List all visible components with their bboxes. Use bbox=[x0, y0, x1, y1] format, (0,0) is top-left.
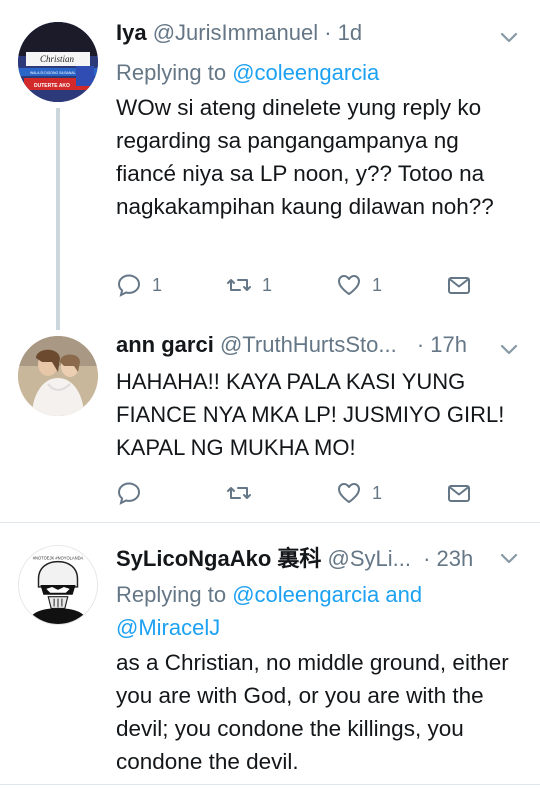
replying-to: Replying to @coleengarcia and @MiracelJ bbox=[116, 578, 521, 644]
direct-message-button[interactable] bbox=[446, 478, 472, 508]
chevron-down-icon[interactable] bbox=[498, 547, 520, 569]
tweet-1[interactable]: Christian WALA SI DIGONG SA BANAL DUTERT… bbox=[0, 0, 540, 330]
tweet-3[interactable]: #NOTOEJK #NOYOLANDA SyLicoNgaAko 裏科 @SyL… bbox=[0, 523, 540, 788]
display-name[interactable]: Iya bbox=[116, 20, 147, 45]
tweet-header: SyLicoNgaAko 裏科 @SyLi... · 23h bbox=[116, 541, 473, 573]
reply-count: 1 bbox=[152, 274, 163, 295]
mention-link-2[interactable]: @MiracelJ bbox=[116, 615, 220, 640]
timestamp[interactable]: · 23h bbox=[423, 546, 473, 571]
like-button[interactable]: 1 bbox=[336, 478, 382, 508]
thread-line bbox=[56, 108, 60, 330]
timestamp[interactable]: · 17h bbox=[417, 332, 467, 357]
action-bar: 1 bbox=[116, 478, 516, 508]
replying-to-label: Replying to bbox=[116, 60, 227, 85]
tweet-2[interactable]: ann garci @TruthHurtsSto... · 17h HAHAHA… bbox=[0, 330, 540, 520]
envelope-icon bbox=[448, 485, 470, 502]
like-button[interactable]: 1 bbox=[336, 270, 382, 300]
avatar-script-text: Christian bbox=[40, 54, 75, 64]
tweet-header: Iya @JurisImmanuel · 1d bbox=[116, 20, 362, 46]
mention-link[interactable]: @coleengarcia and bbox=[232, 582, 422, 607]
envelope-icon bbox=[448, 277, 470, 294]
reply-icon bbox=[117, 482, 141, 505]
retweet-icon bbox=[227, 279, 251, 291]
action-bar: 1 1 1 bbox=[116, 270, 516, 300]
tweet-header: ann garci @TruthHurtsSto... · 17h bbox=[116, 332, 467, 358]
tweet-text: as a Christian, no middle ground, either… bbox=[116, 650, 509, 774]
avatar[interactable] bbox=[18, 336, 98, 416]
retweet-icon bbox=[227, 487, 251, 499]
retweet-count: 1 bbox=[262, 274, 273, 295]
handle[interactable]: @JurisImmanuel bbox=[153, 20, 318, 45]
heart-icon bbox=[338, 275, 360, 295]
retweet-button[interactable]: 1 bbox=[226, 270, 272, 300]
display-name[interactable]: SyLicoNgaAko 裏科 bbox=[116, 546, 321, 571]
replying-to-label: Replying to bbox=[116, 582, 227, 607]
timestamp[interactable]: · 1d bbox=[324, 20, 362, 45]
handle[interactable]: @SyLi... bbox=[328, 546, 411, 571]
like-count: 1 bbox=[372, 482, 383, 503]
display-name[interactable]: ann garci bbox=[116, 332, 214, 357]
tweet-text: HAHAHA!! KAYA PALA KASI YUNG FIANCE NYA … bbox=[116, 369, 505, 460]
reply-button[interactable] bbox=[116, 478, 152, 508]
direct-message-button[interactable] bbox=[446, 270, 472, 300]
bottom-divider bbox=[0, 784, 540, 785]
avatar[interactable]: #NOTOEJK #NOYOLANDA bbox=[18, 545, 98, 625]
retweet-button[interactable] bbox=[226, 478, 262, 508]
replying-to: Replying to @coleengarcia bbox=[116, 56, 379, 89]
mention-link[interactable]: @coleengarcia bbox=[232, 60, 379, 85]
reply-button[interactable]: 1 bbox=[116, 270, 162, 300]
tweet-text: WOw si ateng dinelete yung reply ko rega… bbox=[116, 95, 494, 219]
avatar[interactable]: Christian WALA SI DIGONG SA BANAL DUTERT… bbox=[18, 22, 98, 102]
avatar-hashtag-text: #NOTOEJK #NOYOLANDA bbox=[33, 556, 84, 561]
heart-icon bbox=[338, 483, 360, 503]
chevron-down-icon[interactable] bbox=[498, 26, 520, 48]
like-count: 1 bbox=[372, 274, 383, 295]
chevron-down-icon[interactable] bbox=[498, 338, 520, 360]
reply-icon bbox=[117, 274, 141, 297]
avatar-small-text: WALA SI DIGONG SA BANAL bbox=[30, 71, 76, 75]
avatar-banner-text: DUTERTE AKO bbox=[34, 83, 70, 89]
handle[interactable]: @TruthHurtsSto... bbox=[220, 332, 397, 357]
